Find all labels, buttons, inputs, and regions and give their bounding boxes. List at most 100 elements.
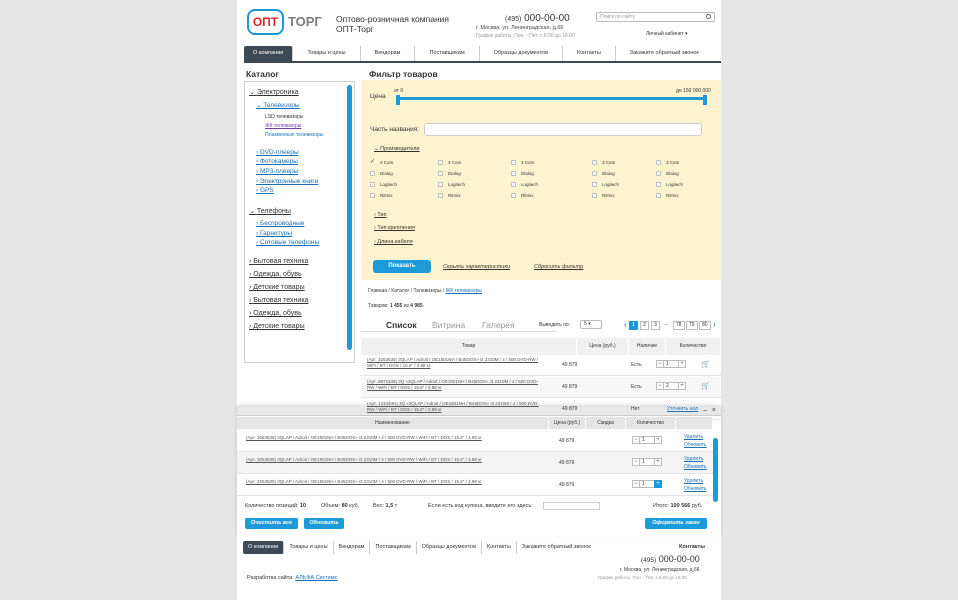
delete-link[interactable]: Удалить [684,433,707,441]
maker-checkbox[interactable] [370,171,375,177]
cart-scrollbar[interactable] [713,438,718,502]
maker-option[interactable]: Logitech [370,182,397,188]
cart-icon[interactable]: 🛒 [701,382,710,390]
tab-gallery[interactable]: Галерея [482,320,515,330]
cat-home[interactable]: › Бытовая техника [249,258,308,265]
price-slider[interactable] [398,97,705,100]
qty-value[interactable]: 1 [640,458,654,466]
qty-stepper[interactable]: −2 + [656,382,686,390]
cart-icon[interactable]: 🛒 [701,360,710,368]
cat-home2[interactable]: › Бытовая техника [249,297,308,304]
name-input[interactable] [424,123,702,136]
maker-option[interactable]: Dialog [592,171,615,177]
per-page-select[interactable]: 5 ▾ [580,320,602,329]
maker-option[interactable]: Dialog [656,171,679,177]
cart-item-name[interactable]: (Арт. 3253535) 3QLAP / Adroit / OE1501NH… [246,457,536,463]
show-button[interactable]: Показать [373,260,431,273]
qty-plus-button[interactable]: + [654,480,662,488]
cat-tv[interactable]: ⌄ Телевизоры [256,101,300,109]
fnav-about[interactable]: О компании [243,541,285,554]
fnav-products[interactable]: Товары и цены [284,541,334,554]
qty-plus-button[interactable]: + [678,360,686,368]
page-3[interactable]: 3 [651,321,660,330]
page-2[interactable]: 2 [640,321,649,330]
cat-headsets[interactable]: › Гарнитуры [256,230,292,237]
product-name[interactable]: (Арт. 3253535) 3QLAP / Adroit / OE1501NH… [367,357,545,369]
maker-checkbox[interactable] [656,160,661,166]
page-6[interactable]: 79 [686,321,698,330]
maker-option[interactable]: Logitech [592,182,619,188]
reset-filter-link[interactable]: Сбросить фильтр [534,264,583,270]
qty-plus-button[interactable]: + [654,458,662,466]
cart-qty-stepper[interactable]: −1 + [632,480,662,488]
cat-cellular[interactable]: › Сотовые телефоны [256,239,319,246]
qty-minus-button[interactable]: − [656,382,664,390]
cart-qty-stepper[interactable]: −1 + [632,436,662,444]
maker-checkbox[interactable] [592,182,597,188]
coupon-input[interactable] [543,502,600,510]
page-5[interactable]: 78 [673,321,685,330]
maker-checkbox[interactable] [511,193,516,199]
refresh-button[interactable]: Обновить [304,518,344,529]
cat-clothes[interactable]: › Одежда, обувь [249,271,302,278]
maker-checkbox[interactable] [370,182,375,188]
fnav-suppliers[interactable]: Поставщикам [370,541,417,554]
filter-cable[interactable]: › Длина кабеля [374,239,413,245]
update-link[interactable]: Обновить [684,485,707,493]
cat-lcd[interactable]: ЖК телевизоры [265,123,301,129]
maker-option[interactable]: Ritmix [592,193,615,199]
maker-checkbox[interactable] [592,193,597,199]
slider-min-handle[interactable] [396,95,400,105]
nav-contacts[interactable]: Контакты [563,46,616,61]
nav-vendors[interactable]: Вендорам [361,46,416,61]
cabinet-link[interactable]: Личный кабинет ▾ [646,31,688,37]
makers-toggle[interactable]: ⌄ Производители [374,146,420,152]
delete-link[interactable]: Удалить [684,477,707,485]
slider-max-handle[interactable] [703,95,707,105]
qty-minus-button[interactable]: − [632,480,640,488]
maker-option[interactable]: Ritmix [370,193,393,199]
maker-option[interactable]: Dialog [511,171,534,177]
fnav-vendors[interactable]: Вендорам [334,541,371,554]
check-icon[interactable]: ✓ [370,159,375,165]
hide-specs-link[interactable]: Скрыть характеристики [443,264,510,270]
tab-list[interactable]: Список [386,320,417,330]
maker-checkbox[interactable] [656,182,661,188]
maker-option[interactable]: 3 Com [656,160,679,166]
cat-plasma[interactable]: Плазменные телевизоры [265,132,323,138]
qty-value[interactable]: 1 [664,360,678,368]
breadcrumb-current[interactable]: ЖК телевизоры [446,288,482,294]
maker-checkbox[interactable] [438,160,443,166]
qty-stepper[interactable]: −1 + [656,360,686,368]
maker-option[interactable]: 3 Com [592,160,615,166]
search-input[interactable]: Поиск по сайту [596,12,715,22]
maker-option[interactable]: 3 Com [511,160,534,166]
nav-products[interactable]: Товары и цены [293,46,361,61]
maker-checkbox[interactable] [592,171,597,177]
next-page-icon[interactable]: › [713,320,716,329]
search-icon[interactable] [706,14,711,19]
catalog-scrollbar[interactable] [347,85,352,350]
filter-type[interactable]: › Тип [374,212,387,218]
maker-option[interactable]: Dialog [438,171,461,177]
maker-option[interactable]: Ritmix [438,193,461,199]
qty-minus-button[interactable]: − [656,360,664,368]
fnav-contacts[interactable]: Контакты [482,541,517,554]
maker-option[interactable]: Logitech [656,182,683,188]
maker-checkbox[interactable] [370,193,375,199]
update-link[interactable]: Обновить [684,463,707,471]
maker-option[interactable]: ✓ 3 Com [370,159,393,165]
maker-option[interactable]: Logitech [438,182,465,188]
cat-kids[interactable]: › Детские товары [249,284,305,291]
maker-checkbox[interactable] [438,193,443,199]
cat-cameras[interactable]: › Фотокамеры [256,158,298,165]
delete-link[interactable]: Удалить [684,455,707,463]
prev-page-icon[interactable]: ‹ [624,320,627,329]
cat-gps[interactable]: › GPS [256,187,274,194]
maker-option[interactable]: Ritmix [511,193,534,199]
qty-minus-button[interactable]: − [632,436,640,444]
fnav-docs[interactable]: Образцы документов [417,541,483,554]
cart-item-name[interactable]: (Арт. 3253535) 3QLAP / Adroit / OE1501NH… [246,435,536,441]
qty-plus-button[interactable]: + [678,382,686,390]
cat-ebooks[interactable]: › Электронные книги [256,178,318,185]
